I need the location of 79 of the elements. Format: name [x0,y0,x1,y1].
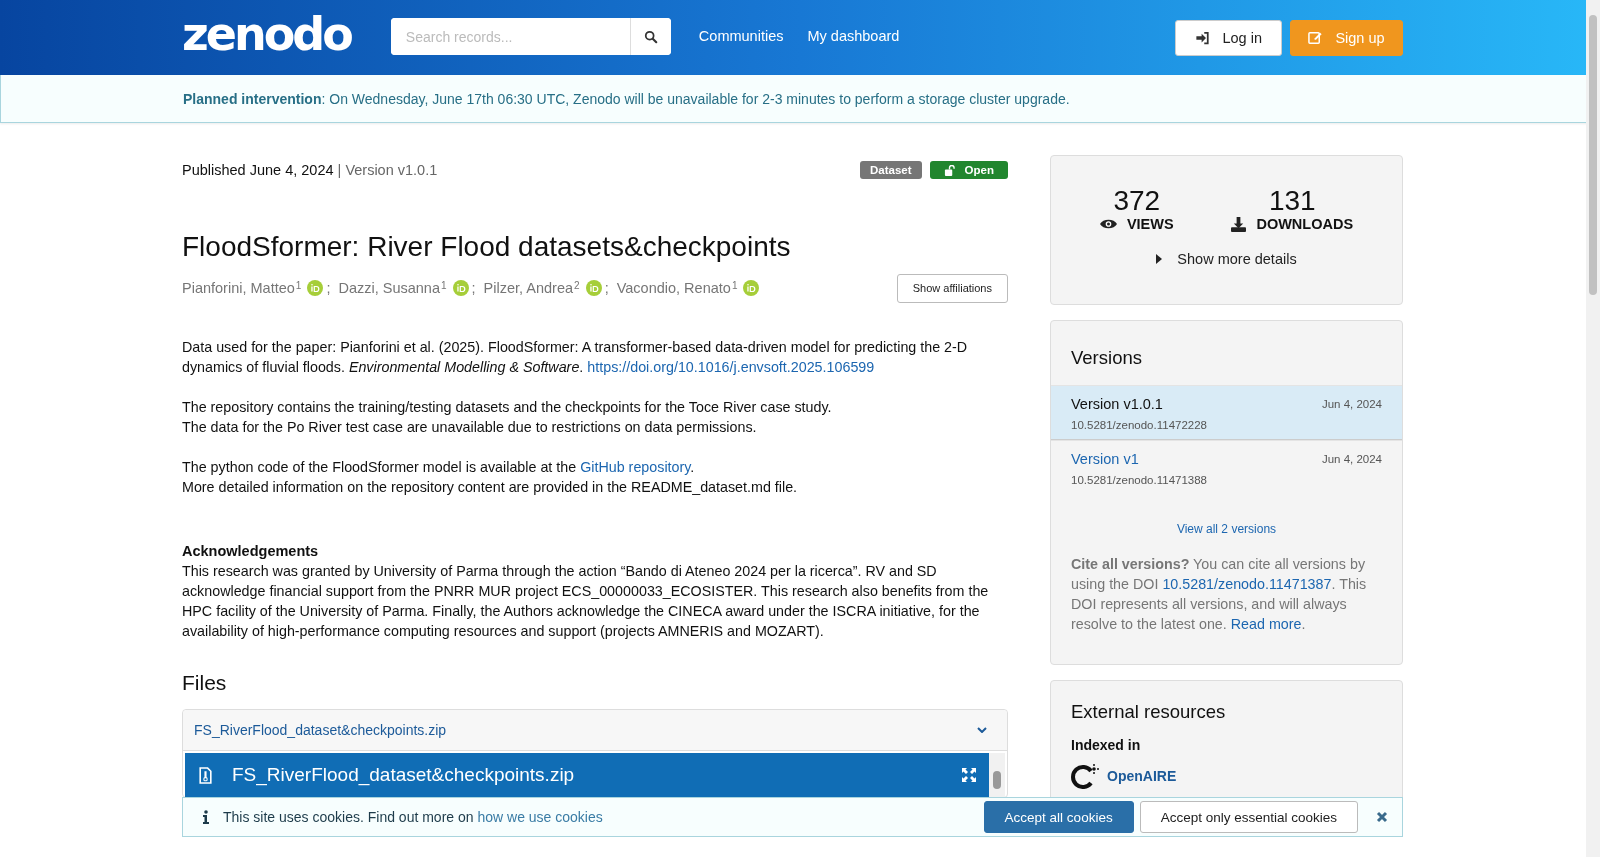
scrollbar[interactable] [1586,0,1600,857]
description-paragraph: Data used for the paper: Pianforini et al. (2025). FloodSformer: A transformer-based data-driven model for predicting the 2-D dynamics of fluvial floods. Environmental Modelling & Software. https://doi.org/10.1016/j.envsoft.2025.106599 [182,338,969,377]
publication-info: Published June 4, 2024 | Version v1.0.1 [182,162,438,178]
separator: ; [326,280,331,296]
nav-link[interactable]: My dashboard [807,28,900,44]
version-label[interactable]: Version v1 [1071,451,1139,467]
affiliation-number: 1 [295,280,302,291]
separator: ; [604,280,609,296]
log-in-button[interactable]: Log in [1175,19,1282,56]
scrollbar[interactable] [989,753,1005,797]
version-date: Jun 4, 2024 [1321,453,1382,465]
access-label: Open [929,161,1008,179]
files-heading: Files [182,671,228,695]
version-date: Jun 4, 2024 [1321,398,1382,410]
link[interactable]: https://doi.org/10.1016/j.envsoft.2025.106599 [587,359,875,375]
author-name[interactable]: Pilzer, Andrea [483,280,574,296]
stat-label: VIEWS [1126,216,1174,232]
file-accordion[interactable]: FS_RiverFlood_dataset&checkpoints.zip [183,710,1007,751]
openaire-logo-icon [1071,763,1099,789]
search-icon [643,29,658,44]
separator: ; [471,280,476,296]
eye-icon [1099,218,1117,230]
download-icon [1231,216,1247,232]
close-icon [1376,811,1388,823]
link[interactable]: Read more [1230,616,1302,632]
stat-value: 372 [1113,186,1161,216]
description-paragraph: More detailed information on the repository content are provided in the README_dataset.md file. [182,478,799,497]
version-label[interactable]: Version v1.0.1 [1071,396,1163,412]
orcid-icon [452,280,469,296]
version-item[interactable]: Version v1 Jun 4, 2024 10.5281/zenodo.11471388 [1051,440,1402,494]
description-paragraph: The data for the Po River test case are unavailable due to restrictions on data permissions. [182,418,758,437]
show-more-details-button[interactable]: Show more details [1150,250,1303,268]
orcid-icon [743,280,760,296]
resource-type-label: Dataset [860,161,922,179]
search-button[interactable] [629,18,671,55]
affiliation-number: 2 [574,280,580,291]
preview-header: FS_RiverFlood_dataset&checkpoints.zip [185,753,989,797]
accept-essential-button[interactable]: Accept only essential cookies [1139,801,1358,833]
acknowledgements-text: This research was granted by University of Parma through the action “Bando di Ateneo 2024 per la ricerca”. RV and SD acknowledge financial support from the PNRR MUR project ECS_00000033_ECOSISTER. This research also benefits from the HPC facility of the University of Parma. Finally, the Authors acknowledge the CINECA award under the ISCRA initiative, for the availability of high-performance computing resources and support (projects AMNERIS and MOZART). [182,562,990,641]
author-name[interactable]: Pianforini, Matteo [182,280,295,296]
caret-right-icon [1156,254,1163,264]
cite-all-versions-text: Cite all versions? You can cite all versions by using the DOI 10.5281/zenodo.11471387. This DOI represents all versions, and will always resolve to the latest one. Read more. [1071,555,1368,634]
author-name[interactable]: Vacondio, Renato [616,280,731,296]
version-item[interactable]: Version v1.0.1 Jun 4, 2024 10.5281/zenodo.11472228 [1051,385,1402,440]
chevron-down-icon [977,727,987,733]
card-title: Versions [1070,346,1143,370]
unlock-icon [943,164,955,176]
version-doi: 10.5281/zenodo.11471388 [1071,474,1208,486]
description-paragraph: The repository contains the training/testing datasets and the checkpoints for the Toce River case study. [182,398,833,417]
link[interactable]: how we use cookies [477,809,603,825]
external-link[interactable]: OpenAIRE [1107,768,1177,784]
search-field[interactable]: Search records... [390,18,671,55]
pencil-square-icon [1308,30,1324,45]
affiliation-number: 1 [441,280,447,291]
nav-link[interactable]: Communities [698,28,784,44]
view-all-versions-link[interactable]: View all 2 versions [1176,522,1277,536]
record-title: FloodSformer: River Flood datasets&checkpoints [182,231,792,263]
author-name[interactable]: Dazzi, Susanna [338,280,440,296]
link[interactable]: 10.5281/zenodo.11471387 [1162,576,1332,592]
zenodo-logo[interactable]: zenodo [182,10,351,57]
stat-label: DOWNLOADS [1256,216,1354,232]
affiliation-number: 1 [731,280,738,291]
indexed-in-label: Indexed in [1071,737,1142,753]
stat-value: 131 [1268,186,1316,216]
card-title: External resources [1071,701,1227,723]
file-zip-icon [199,766,212,784]
info-icon [203,810,209,824]
expand-icon [961,767,977,783]
orcid-icon [307,280,324,296]
section-heading: Acknowledgements [182,542,320,561]
version-doi: 10.5281/zenodo.11472228 [1071,419,1208,431]
description-paragraph: The python code of the FloodSformer model is available at the GitHub repository. [182,458,696,477]
cookie-text: This site uses cookies. Find out more on how we use cookies [223,809,603,825]
accept-all-button[interactable]: Accept all cookies [983,801,1134,833]
expand-button[interactable] [961,767,977,783]
orcid-icon [585,280,602,296]
sign-in-icon [1195,30,1211,45]
announcement-text: Planned intervention: On Wednesday, June 17th 06:30 UTC, Zenodo will be unavailable for 2-3 minutes to perform a storage cluster upgrade. [183,90,1071,107]
show-affiliations-button[interactable]: Show affiliations [896,273,1008,303]
